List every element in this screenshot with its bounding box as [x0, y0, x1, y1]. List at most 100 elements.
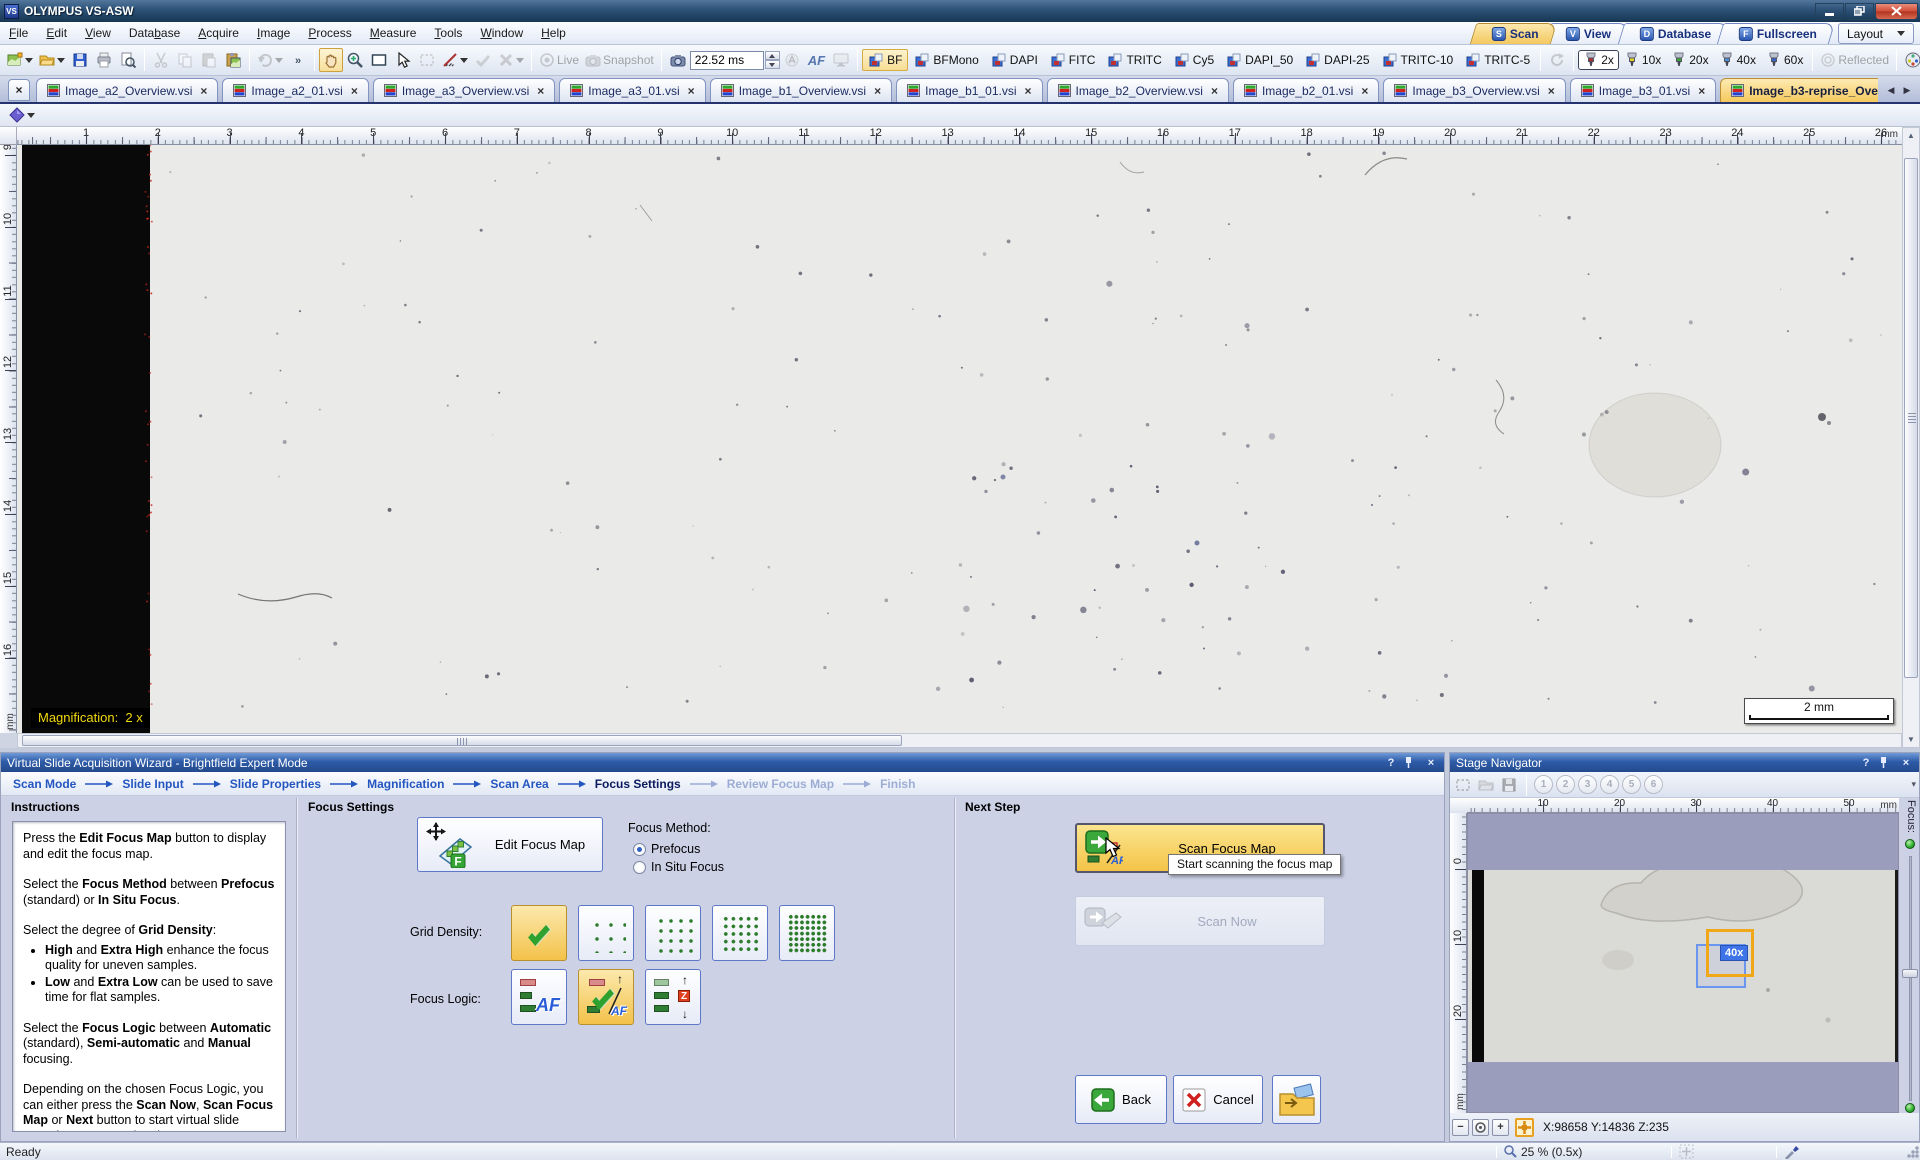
document-tab[interactable]: Image_b1_Overview.vsi × — [709, 78, 893, 102]
navigator-zoom-out-button[interactable]: − — [1452, 1118, 1469, 1136]
menu-window[interactable]: Window — [471, 22, 532, 44]
grid-density-low[interactable] — [645, 905, 701, 961]
resize-grip[interactable] — [1906, 1145, 1919, 1158]
document-tab[interactable]: Image_b2_Overview.vsi × — [1046, 78, 1229, 102]
channel-cy5[interactable]: Cy5 — [1168, 49, 1220, 71]
tab-close-icon[interactable]: × — [688, 84, 695, 98]
channel-tritc[interactable]: TRITC — [1101, 49, 1167, 71]
save-button[interactable] — [68, 48, 92, 72]
focus-logic-manual[interactable]: ↑ Z ↓ — [645, 969, 701, 1025]
autofocus-label[interactable]: AF — [804, 53, 829, 68]
radio-in-situ-focus[interactable]: In Situ Focus — [633, 860, 724, 874]
restore-button[interactable] — [1845, 2, 1874, 20]
channel-bfmono[interactable]: BFMono — [908, 49, 984, 71]
document-tab[interactable]: Image_b2_01.vsi × — [1232, 78, 1380, 102]
slide-canvas[interactable]: Magnification: 2 x 2 mm — [17, 145, 1902, 733]
document-tab[interactable]: Image_b1_01.vsi × — [896, 78, 1043, 102]
channel-dapi[interactable]: DAPI — [985, 49, 1044, 71]
menu-tools[interactable]: Tools — [425, 22, 471, 44]
tab-close-icon[interactable]: × — [1698, 84, 1705, 98]
vertical-scrollbar[interactable]: ▲ ▼ — [1902, 127, 1920, 748]
radio-prefocus[interactable]: Prefocus — [633, 842, 700, 856]
grid-density-extra-high[interactable] — [779, 905, 835, 961]
navigator-center-stage-button[interactable] — [1515, 1117, 1534, 1137]
tab-close-icon[interactable]: × — [200, 84, 207, 98]
save-scan-settings-button[interactable] — [1272, 1075, 1321, 1124]
filter-wheel-button[interactable] — [1901, 48, 1920, 72]
overflow-chevron-button[interactable]: » — [286, 48, 310, 72]
zoom-in-button[interactable] — [343, 48, 367, 72]
scroll-up-icon[interactable]: ▲ — [1907, 131, 1915, 140]
paste-image-button[interactable] — [221, 48, 245, 72]
document-tab[interactable]: Image_a2_Overview.vsi × — [36, 78, 219, 102]
camera-button[interactable] — [666, 48, 690, 72]
close-icon[interactable]: × — [1424, 757, 1438, 769]
menu-acquire[interactable]: Acquire — [189, 22, 248, 44]
tab-close-icon[interactable]: × — [1025, 84, 1032, 98]
tab-close-icon[interactable]: × — [351, 84, 358, 98]
print-button[interactable] — [92, 48, 116, 72]
tab-close-icon[interactable]: × — [1361, 84, 1368, 98]
measure-button[interactable] — [439, 48, 471, 72]
close-icon[interactable]: × — [1899, 757, 1913, 769]
grid-density-high[interactable] — [712, 905, 768, 961]
mode-tab-view[interactable]: V View — [1544, 23, 1630, 44]
open-folder-button[interactable] — [36, 48, 68, 72]
menu-edit[interactable]: Edit — [37, 22, 76, 44]
grid-density-extra-low[interactable] — [578, 905, 634, 961]
minimize-button[interactable] — [1815, 2, 1844, 20]
focus-slider-thumb[interactable] — [1902, 969, 1918, 978]
objective-60x[interactable]: 60x — [1761, 50, 1808, 70]
pin-icon[interactable] — [1879, 757, 1893, 768]
edit-focus-map-button[interactable]: F Edit Focus Map — [417, 817, 603, 872]
horizontal-scrollbar[interactable] — [17, 733, 1902, 748]
menu-view[interactable]: View — [76, 22, 120, 44]
back-button[interactable]: Back — [1075, 1075, 1167, 1124]
cancel-button[interactable]: Cancel — [1173, 1075, 1263, 1124]
objective-40x[interactable]: 40x — [1714, 50, 1761, 70]
objective-2x[interactable]: 2x — [1578, 50, 1619, 70]
wizard-step-slide-properties[interactable]: Slide Properties — [230, 777, 321, 791]
objective-10x[interactable]: 10x — [1619, 50, 1666, 70]
wizard-step-focus-settings[interactable]: Focus Settings — [595, 777, 681, 791]
document-tab[interactable]: Image_a3_Overview.vsi × — [372, 78, 556, 102]
new-image-button[interactable] — [4, 48, 36, 72]
horizontal-scrollbar-thumb[interactable] — [22, 735, 902, 746]
chevron-down-icon[interactable]: ▾ — [1911, 779, 1916, 790]
layout-dropdown[interactable]: Layout — [1837, 23, 1914, 44]
document-tab[interactable]: Image_a2_01.vsi × — [222, 78, 369, 102]
spin-down-icon[interactable] — [764, 60, 780, 69]
mode-tab-database[interactable]: D Database — [1617, 23, 1730, 44]
annotation-tool-button[interactable] — [6, 103, 38, 127]
menu-file[interactable]: File — [0, 22, 37, 44]
close-button[interactable] — [1875, 2, 1918, 20]
spin-up-icon[interactable] — [764, 51, 780, 60]
channel-dapi-25[interactable]: DAPI-25 — [1299, 49, 1375, 71]
channel-dapi_50[interactable]: DAPI_50 — [1220, 49, 1299, 71]
vertical-scrollbar-thumb[interactable] — [1904, 158, 1918, 678]
mode-tab-fullscreen[interactable]: F Fullscreen — [1716, 23, 1836, 44]
navigator-zoom-fit-button[interactable] — [1472, 1118, 1489, 1136]
tab-scroll-right-button[interactable]: ▶ — [1900, 81, 1914, 99]
menu-process[interactable]: Process — [299, 22, 360, 44]
menu-image[interactable]: Image — [248, 22, 299, 44]
tab-close-icon[interactable]: × — [874, 84, 881, 98]
navigator-stage-map[interactable]: 40x — [1467, 813, 1899, 1113]
wizard-step-review-focus-map[interactable]: Review Focus Map — [727, 777, 834, 791]
menu-database[interactable]: Database — [120, 22, 189, 44]
help-icon[interactable]: ? — [1384, 757, 1398, 769]
tab-close-icon[interactable]: × — [537, 84, 544, 98]
grid-density-current-selection[interactable] — [511, 905, 567, 961]
document-tab[interactable]: Image_b3_Overview.vsi × — [1383, 78, 1566, 102]
help-icon[interactable]: ? — [1859, 757, 1873, 769]
close-all-tabs-button[interactable]: × — [8, 79, 30, 101]
channel-bf[interactable]: BF — [862, 49, 909, 71]
scan-now-button[interactable]: Scan Now — [1075, 896, 1325, 946]
channel-tritc-10[interactable]: TRITC-10 — [1376, 49, 1460, 71]
document-tab[interactable]: Image_b3-reprise_Overview* — [1720, 78, 1878, 102]
pan-hand-button[interactable] — [319, 48, 343, 72]
document-tab[interactable]: Image_b3_01.vsi × — [1569, 78, 1717, 102]
tab-scroll-left-button[interactable]: ◀ — [1884, 81, 1898, 99]
pointer-button[interactable] — [391, 48, 415, 72]
channel-fitc[interactable]: FITC — [1044, 49, 1102, 71]
